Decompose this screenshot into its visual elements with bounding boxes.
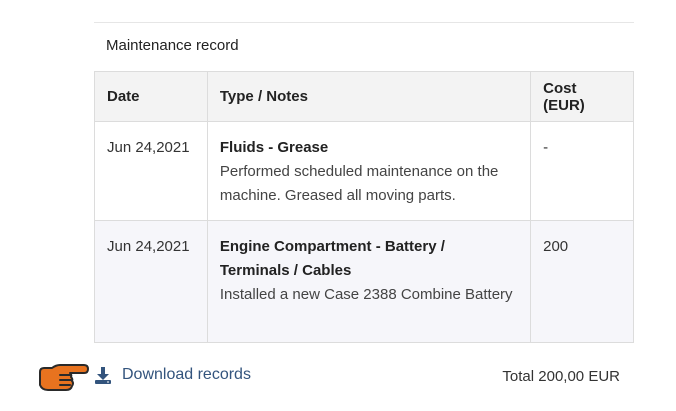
- download-records-label: Download records: [122, 366, 251, 383]
- record-notes: Installed a new Case 2388 Combine Batter…: [219, 286, 513, 303]
- table-row: Jun 24,2021 Engine Compartment - Battery…: [94, 220, 634, 343]
- download-icon: [95, 367, 111, 384]
- cell-cost: 200: [530, 220, 634, 343]
- column-header-type: Type / Notes: [206, 71, 532, 122]
- record-type: Fluids - Grease: [219, 139, 329, 156]
- record-type: Engine Compartment - Battery / Terminals…: [219, 238, 445, 279]
- section-divider: [94, 22, 634, 23]
- maintenance-table: Date Type / Notes Cost (EUR) Jun 24,2021…: [94, 71, 634, 343]
- cell-type-notes: Engine Compartment - Battery / Terminals…: [206, 220, 532, 343]
- pointing-hand-icon: [39, 364, 89, 391]
- column-header-date: Date: [94, 71, 208, 122]
- section-title: Maintenance record: [106, 37, 239, 54]
- cell-date: Jun 24,2021: [94, 121, 208, 221]
- total-cost: Total 200,00 EUR: [502, 368, 620, 385]
- record-notes: Performed scheduled maintenance on the m…: [219, 163, 499, 204]
- cell-cost: -: [530, 121, 634, 221]
- download-records-link[interactable]: Download records: [94, 366, 251, 384]
- cell-type-notes: Fluids - Grease Performed scheduled main…: [206, 121, 532, 221]
- column-header-cost: Cost (EUR): [530, 71, 634, 122]
- cell-date: Jun 24,2021: [94, 220, 208, 343]
- table-header-row: Date Type / Notes Cost (EUR): [94, 71, 634, 122]
- table-row: Jun 24,2021 Fluids - Grease Performed sc…: [94, 121, 634, 221]
